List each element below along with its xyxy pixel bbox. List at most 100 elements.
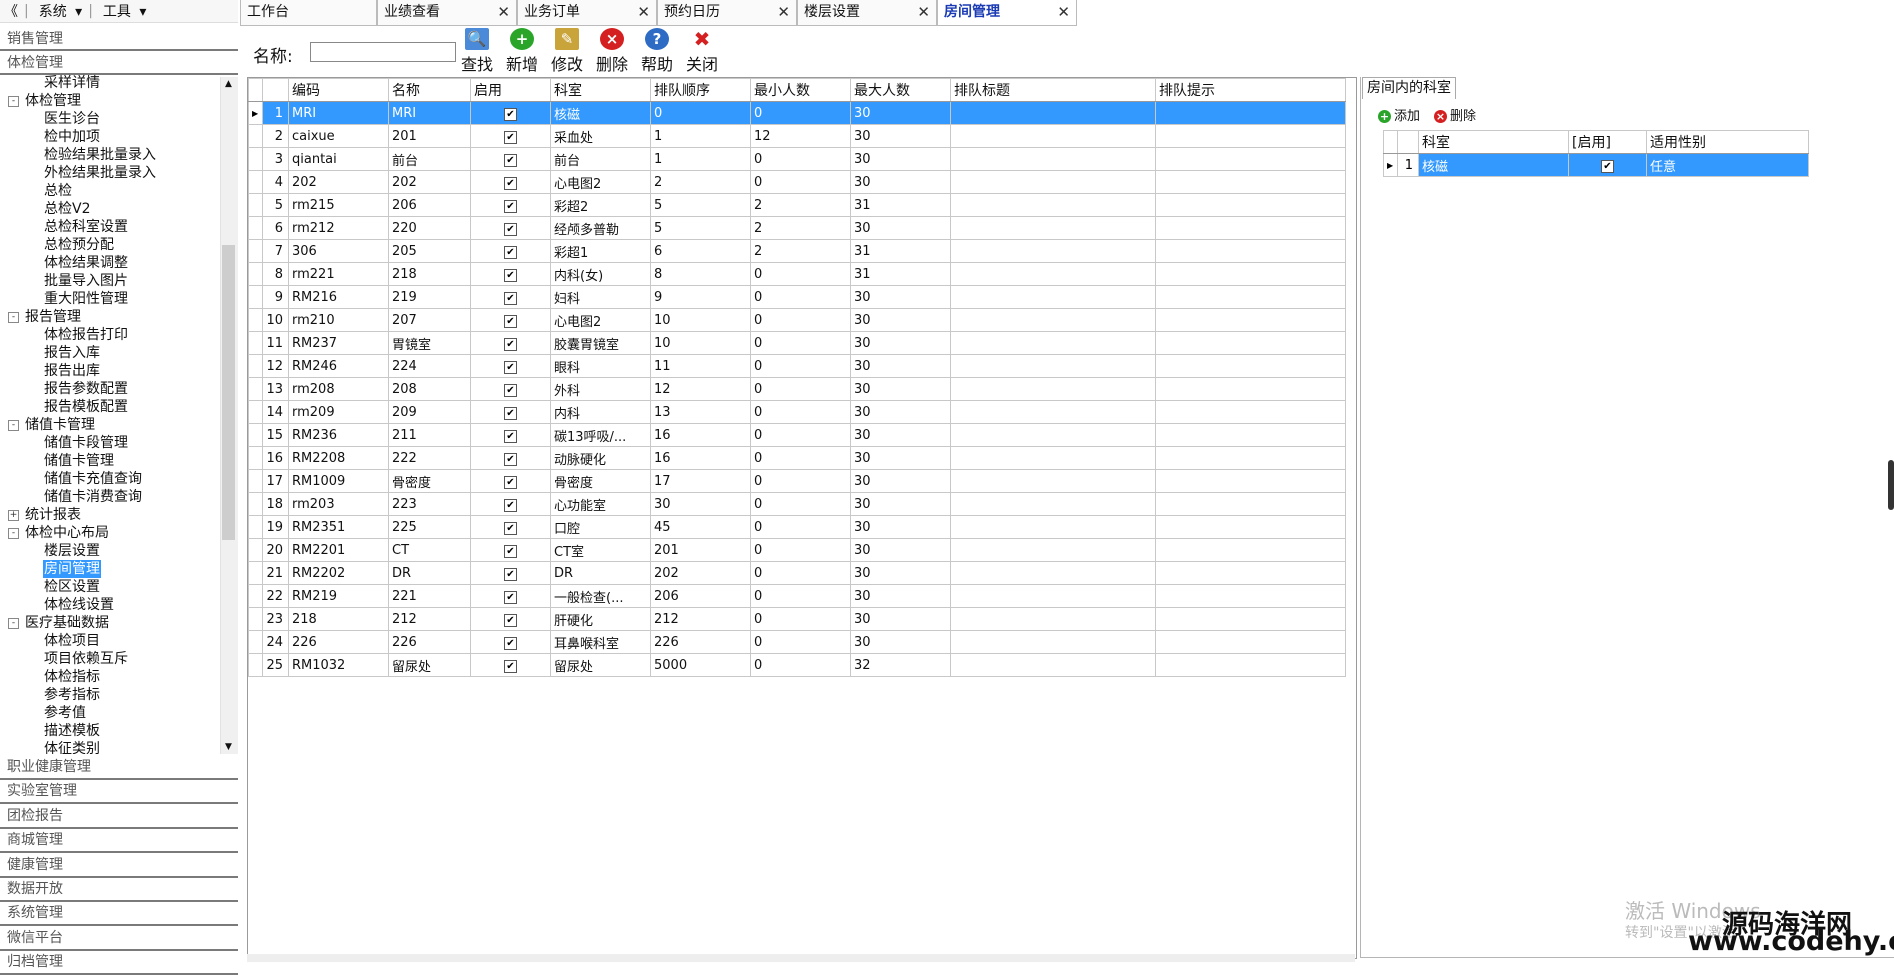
table-cell[interactable]: 206	[650, 584, 751, 608]
table-cell[interactable]	[950, 630, 1156, 654]
table-cell[interactable]: 212	[650, 607, 751, 631]
table-cell[interactable]: 10	[650, 308, 751, 332]
table-cell[interactable]	[1155, 285, 1346, 309]
tree-item[interactable]: 参考值	[43, 704, 87, 722]
table-cell[interactable]: 口腔	[550, 515, 651, 539]
table-cell[interactable]	[950, 492, 1156, 516]
row-indicator[interactable]	[248, 308, 263, 332]
enabled-cell[interactable]: ✔	[470, 101, 551, 125]
table-cell[interactable]	[950, 584, 1156, 608]
table-cell[interactable]: caixue	[288, 124, 389, 148]
table-cell[interactable]: 306	[288, 239, 389, 263]
tree-item[interactable]: 报告参数配置	[43, 380, 129, 398]
enabled-checkbox[interactable]: ✔	[504, 245, 517, 259]
category-item[interactable]: 职业健康管理	[0, 756, 238, 780]
row-indicator[interactable]: ▶	[1383, 153, 1398, 177]
table-cell[interactable]: 彩超1	[550, 239, 651, 263]
table-row[interactable]: 11 RM237 胃镜室 ✔ 胶囊胃镜室 10 0 30	[248, 331, 1346, 355]
tree-item[interactable]: 楼层设置	[43, 542, 101, 560]
table-cell[interactable]: 30	[850, 630, 951, 654]
row-indicator[interactable]	[248, 446, 263, 470]
enabled-cell[interactable]: ✔	[470, 285, 551, 309]
table-row[interactable]: 8 rm221 218 ✔ 内科(女) 8 0 31	[248, 262, 1346, 286]
table-cell[interactable]: 31	[850, 193, 951, 217]
row-indicator[interactable]	[248, 400, 263, 424]
tab-item[interactable]: 业务订单 ✕	[517, 0, 657, 26]
table-cell[interactable]: 胃镜室	[388, 331, 471, 355]
table-cell[interactable]: 0	[750, 492, 851, 516]
enabled-checkbox[interactable]: ✔	[504, 613, 517, 627]
table-cell[interactable]: 1	[650, 147, 751, 171]
table-cell[interactable]: 心功能室	[550, 492, 651, 516]
table-cell[interactable]	[1155, 239, 1346, 263]
close-tab-icon[interactable]: ✕	[1057, 0, 1070, 24]
table-cell[interactable]: 5	[650, 216, 751, 240]
table-cell[interactable]	[1155, 561, 1346, 585]
column-header[interactable]: 启用	[470, 78, 551, 102]
table-row[interactable]: 18 rm203 223 ✔ 心功能室 30 0 30	[248, 492, 1346, 516]
table-cell[interactable]: 30	[850, 607, 951, 631]
table-row[interactable]: 24 226 226 ✔ 耳鼻喉科室 226 0 30	[248, 630, 1346, 654]
enabled-checkbox[interactable]: ✔	[504, 291, 517, 305]
enabled-checkbox[interactable]: ✔	[504, 222, 517, 236]
table-cell[interactable]: rm212	[288, 216, 389, 240]
table-cell[interactable]	[950, 239, 1156, 263]
table-cell[interactable]: 11	[650, 354, 751, 378]
row-indicator[interactable]	[248, 331, 263, 355]
table-cell[interactable]: CT	[388, 538, 471, 562]
table-cell[interactable]: 221	[388, 584, 471, 608]
table-cell[interactable]: 0	[750, 285, 851, 309]
table-cell[interactable]: 一般检查(...	[550, 584, 651, 608]
tab-item[interactable]: 工作台	[240, 0, 377, 26]
tree-item[interactable]: 外检结果批量录入	[43, 164, 157, 182]
table-cell[interactable]: 17	[650, 469, 751, 493]
table-cell[interactable]	[950, 400, 1156, 424]
tree-item[interactable]: 项目依赖互斥	[43, 650, 129, 668]
table-cell[interactable]: RM237	[288, 331, 389, 355]
table-cell[interactable]: RM219	[288, 584, 389, 608]
table-cell[interactable]: 202	[388, 170, 471, 194]
table-cell[interactable]: 226	[650, 630, 751, 654]
table-cell[interactable]: 30	[850, 170, 951, 194]
close-tab-icon[interactable]: ✕	[637, 0, 650, 24]
row-indicator[interactable]	[248, 239, 263, 263]
row-indicator[interactable]	[248, 285, 263, 309]
table-cell[interactable]: 220	[388, 216, 471, 240]
tab-item[interactable]: 房间管理 ✕	[937, 0, 1077, 26]
table-cell[interactable]: 前台	[550, 147, 651, 171]
table-cell[interactable]	[1155, 354, 1346, 378]
table-cell[interactable]: 0	[750, 607, 851, 631]
table-cell[interactable]: rm209	[288, 400, 389, 424]
table-row[interactable]: 4 202 202 ✔ 心电图2 2 0 30	[248, 170, 1346, 194]
row-indicator[interactable]: ▶	[248, 101, 263, 125]
tree-item[interactable]: 体检指标	[43, 668, 101, 686]
table-cell[interactable]: 前台	[388, 147, 471, 171]
table-cell[interactable]: 8	[650, 262, 751, 286]
table-cell[interactable]: 219	[388, 285, 471, 309]
table-cell[interactable]: 30	[850, 584, 951, 608]
table-cell[interactable]: RM2351	[288, 515, 389, 539]
table-cell[interactable]: 2	[650, 170, 751, 194]
enabled-checkbox[interactable]: ✔	[504, 176, 517, 190]
table-cell[interactable]: 31	[850, 262, 951, 286]
tree-item[interactable]: 总检科室设置	[43, 218, 129, 236]
tree-item[interactable]: 报告出库	[43, 362, 101, 380]
row-indicator[interactable]	[248, 262, 263, 286]
column-header[interactable]: 科室	[1418, 130, 1569, 154]
tree-item[interactable]: 体检项目	[43, 632, 101, 650]
enabled-checkbox[interactable]: ✔	[1601, 159, 1614, 173]
enabled-cell[interactable]: ✔	[470, 400, 551, 424]
column-header[interactable]: 最大人数	[850, 78, 951, 102]
table-cell[interactable]: 0	[750, 354, 851, 378]
table-cell[interactable]: 218	[388, 262, 471, 286]
tree-item[interactable]: 房间管理	[43, 560, 101, 578]
category-item[interactable]: 归档管理	[0, 951, 238, 975]
table-row[interactable]: 15 RM236 211 ✔ 碳13呼吸/... 16 0 30	[248, 423, 1346, 447]
table-cell[interactable]	[950, 515, 1156, 539]
table-cell[interactable]: 211	[388, 423, 471, 447]
table-cell[interactable]: 12	[750, 124, 851, 148]
help-button[interactable]: ? 帮助	[637, 28, 677, 75]
table-cell[interactable]: 内科(女)	[550, 262, 651, 286]
table-cell[interactable]: rm210	[288, 308, 389, 332]
table-cell[interactable]: rm221	[288, 262, 389, 286]
